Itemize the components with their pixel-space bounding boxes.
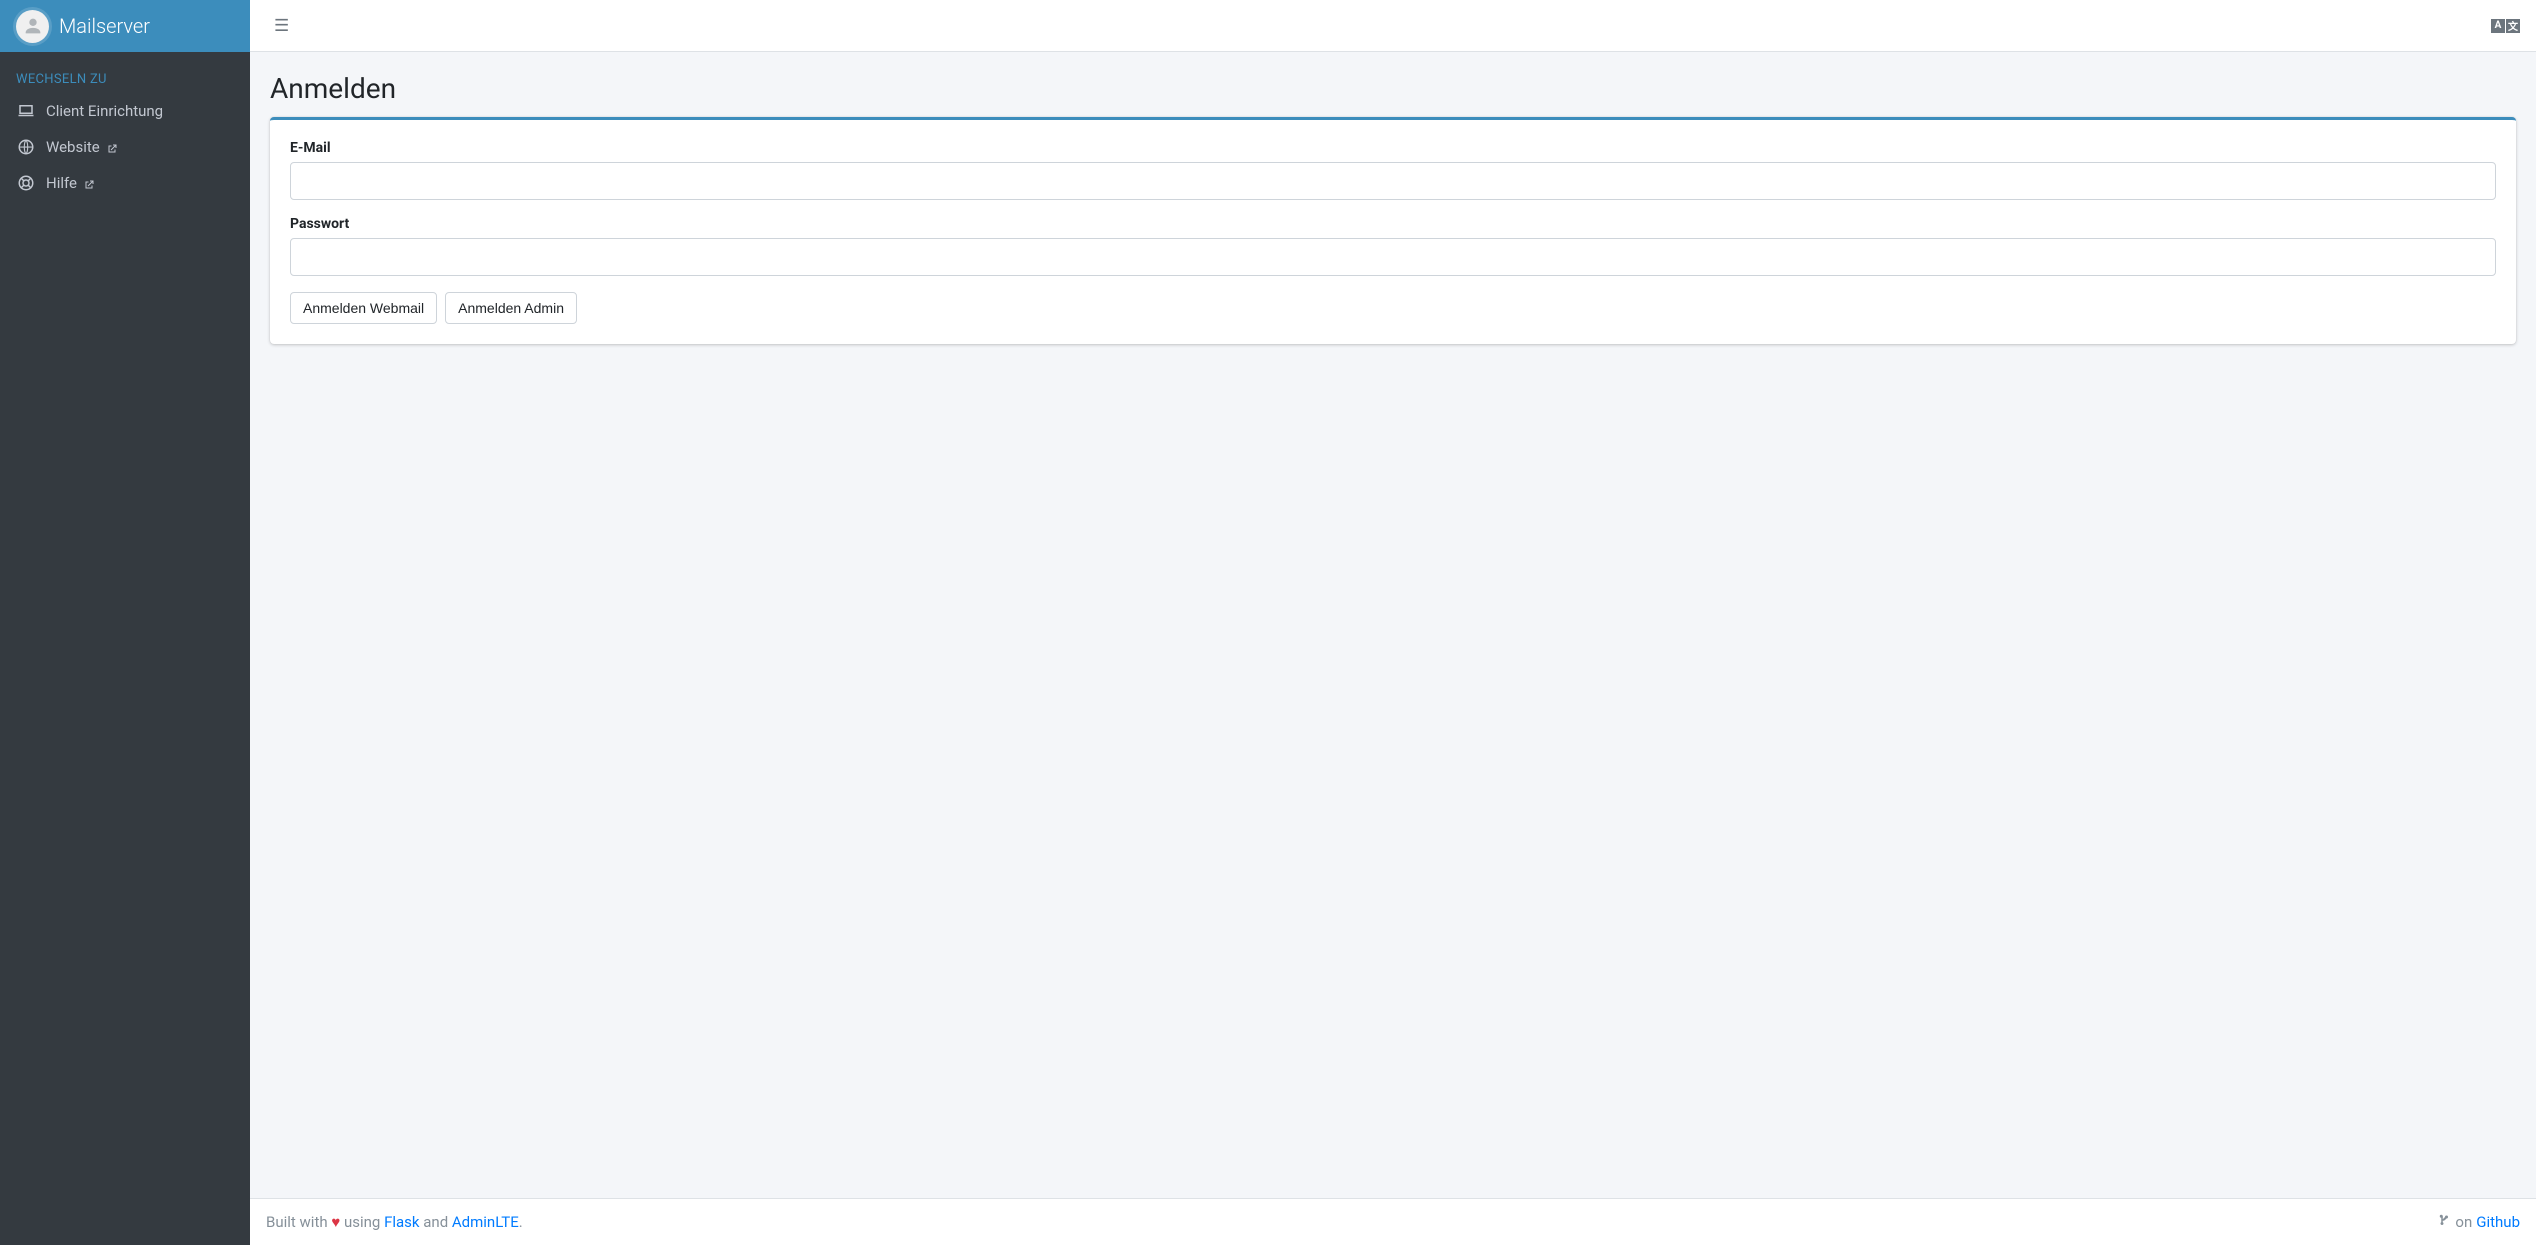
sidebar: Mailserver WECHSELN ZU Client Einrichtun… (0, 0, 250, 1245)
github-link[interactable]: Github (2476, 1213, 2520, 1231)
page-title: Anmelden (270, 72, 2516, 105)
brand-logo-icon (16, 10, 49, 43)
content-header: Anmelden (262, 68, 2524, 117)
sidebar-item-label: Hilfe (46, 174, 77, 192)
footer-using-text: using (340, 1213, 384, 1231)
brand-title: Mailserver (59, 14, 150, 38)
language-button[interactable]: A 文 (2491, 19, 2520, 33)
footer-right: on Github (2439, 1213, 2520, 1231)
login-admin-button[interactable]: Anmelden Admin (445, 292, 577, 324)
footer-left: Built with ♥ using Flask and AdminLTE. (266, 1213, 523, 1231)
footer: Built with ♥ using Flask and AdminLTE. o… (250, 1198, 2536, 1245)
globe-icon (16, 137, 36, 157)
footer-and-text: and (420, 1213, 452, 1231)
footer-on-text: on (2455, 1213, 2472, 1231)
email-label: E-Mail (290, 140, 2496, 156)
git-branch-icon (2439, 1213, 2451, 1231)
password-label: Passwort (290, 216, 2496, 232)
hamburger-icon: ☰ (274, 16, 289, 36)
sidebar-item-client-setup[interactable]: Client Einrichtung (0, 93, 250, 129)
brand-link[interactable]: Mailserver (0, 0, 250, 52)
flask-link[interactable]: Flask (384, 1213, 419, 1231)
external-link-icon (83, 177, 95, 189)
sidebar-section-header: WECHSELN ZU (0, 60, 250, 93)
sidebar-item-help[interactable]: Hilfe (0, 165, 250, 201)
sidebar-toggle-button[interactable]: ☰ (266, 12, 297, 40)
adminlte-link[interactable]: AdminLTE (452, 1213, 519, 1231)
sidebar-nav: WECHSELN ZU Client Einrichtung Website (0, 52, 250, 201)
language-glyph-b: 文 (2506, 19, 2520, 33)
login-card: E-Mail Passwort Anmelden Webmail Anmelde… (270, 117, 2516, 344)
footer-period: . (519, 1213, 523, 1231)
language-glyph-a: A (2491, 19, 2505, 33)
login-webmail-button[interactable]: Anmelden Webmail (290, 292, 437, 324)
sidebar-item-website[interactable]: Website (0, 129, 250, 165)
footer-built-text: Built with (266, 1213, 331, 1231)
laptop-icon (16, 101, 36, 121)
external-link-icon (106, 141, 118, 153)
lifebuoy-icon (16, 173, 36, 193)
main-header: ☰ A 文 (250, 0, 2536, 52)
sidebar-item-label: Website (46, 138, 100, 156)
email-field[interactable] (290, 162, 2496, 200)
password-field[interactable] (290, 238, 2496, 276)
heart-icon: ♥ (331, 1213, 340, 1231)
sidebar-item-label: Client Einrichtung (46, 102, 163, 120)
